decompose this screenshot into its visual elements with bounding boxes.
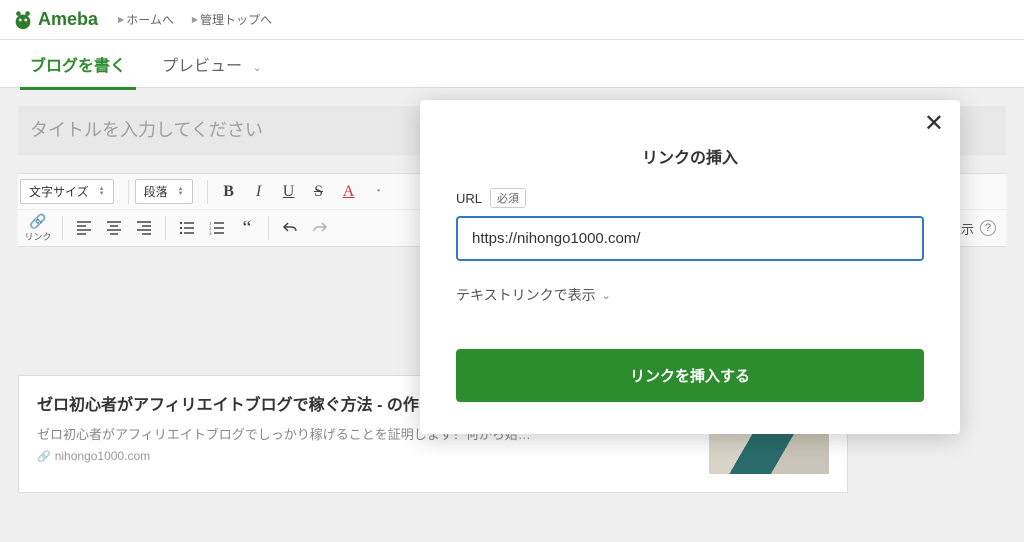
insert-link-button[interactable]: 🔗 リンク (20, 213, 56, 243)
ameba-logo[interactable]: Ameba (12, 9, 98, 31)
chevron-down-icon: ⌄ (602, 289, 611, 302)
toolbar-separator (165, 216, 166, 240)
card-domain: nihongo1000.com (37, 449, 693, 463)
chevron-down-icon: ⌄ (252, 62, 261, 74)
top-header: Ameba ホームへ 管理トップへ (0, 0, 1024, 40)
more-button[interactable]: · (364, 178, 394, 206)
link-icon: 🔗 (29, 213, 46, 230)
tab-preview-label: プレビュー (162, 58, 242, 75)
admin-top-link[interactable]: 管理トップへ (192, 11, 272, 28)
insert-link-modal: ✕ リンクの挿入 URL 必須 テキストリンクで表示 ⌄ リンクを挿入する (420, 100, 960, 434)
tab-write-blog[interactable]: ブログを書く (12, 38, 144, 90)
caret-icon: ▲▼ (99, 187, 105, 197)
required-badge: 必須 (490, 188, 526, 208)
link-button-label: リンク (24, 230, 51, 243)
display-as-dropdown[interactable]: テキストリンクで表示 ⌄ (456, 285, 924, 305)
close-button[interactable]: ✕ (924, 112, 944, 136)
text-color-button[interactable]: A (334, 178, 364, 206)
align-left-button[interactable] (69, 214, 99, 242)
insert-link-submit-button[interactable]: リンクを挿入する (456, 349, 924, 402)
modal-title: リンクの挿入 (456, 144, 924, 168)
caret-icon: ▲▼ (178, 187, 184, 197)
toolbar-separator (62, 216, 63, 240)
paragraph-select[interactable]: 段落 ▲▼ (135, 179, 193, 204)
tab-write-label: ブログを書く (30, 58, 126, 75)
toolbar-separator (268, 216, 269, 240)
blockquote-button[interactable]: “ (232, 214, 262, 242)
editor-tabs: ブログを書く プレビュー ⌄ (0, 40, 1024, 88)
url-input[interactable] (456, 216, 924, 261)
strikethrough-button[interactable]: S (304, 178, 334, 206)
close-icon: ✕ (924, 110, 944, 137)
display-as-label: テキストリンクで表示 (456, 285, 596, 305)
tab-preview[interactable]: プレビュー ⌄ (144, 38, 280, 90)
logo-text: Ameba (38, 9, 98, 30)
unordered-list-button[interactable] (172, 214, 202, 242)
align-right-button[interactable] (129, 214, 159, 242)
bold-button[interactable]: B (214, 178, 244, 206)
underline-button[interactable]: U (274, 178, 304, 206)
font-size-label: 文字サイズ (29, 183, 89, 200)
italic-button[interactable]: I (244, 178, 274, 206)
url-label: URL (456, 191, 482, 206)
undo-button[interactable] (275, 214, 305, 242)
help-icon[interactable]: ? (980, 220, 996, 236)
paragraph-label: 段落 (144, 183, 168, 200)
svg-text:3: 3 (209, 232, 212, 236)
font-size-select[interactable]: 文字サイズ ▲▼ (20, 179, 114, 204)
toolbar-separator (207, 180, 208, 204)
toolbar-separator (128, 180, 129, 204)
align-center-button[interactable] (99, 214, 129, 242)
home-link[interactable]: ホームへ (118, 11, 174, 28)
redo-button[interactable] (305, 214, 335, 242)
url-label-row: URL 必須 (456, 188, 924, 208)
ameba-logo-icon (12, 9, 34, 31)
ordered-list-button[interactable]: 123 (202, 214, 232, 242)
